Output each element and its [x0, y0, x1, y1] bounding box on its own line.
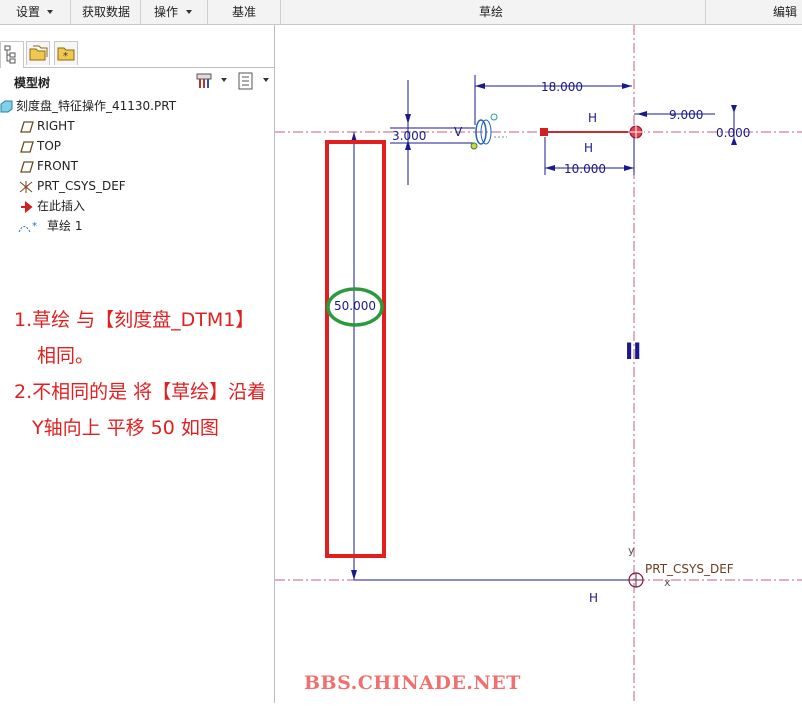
constraint-vertical: V [454, 125, 463, 139]
menu-get-data-label: 获取数据 [82, 5, 131, 19]
menu-get-data[interactable]: 获取数据 [71, 0, 141, 24]
chevron-down-icon[interactable] [221, 78, 227, 82]
tree-item-label: 在此插入 [37, 199, 86, 213]
tree-item-label: PRT_CSYS_DEF [37, 179, 126, 193]
datum-plane-icon [20, 140, 34, 153]
tree-item-sketch1[interactable]: * 草绘 1 [18, 217, 82, 235]
tree-item-label: FRONT [37, 159, 78, 173]
menu-datum[interactable]: 基准 [208, 0, 281, 24]
menu-settings-label: 设置 [16, 5, 41, 19]
dimension-10[interactable]: 10.000 [564, 162, 606, 176]
tree-item-label: 草绘 1 [47, 219, 83, 233]
tree-item-top[interactable]: TOP [20, 137, 61, 155]
model-tree-panel: * 模型树 刻度盘_特征操作_41130.PRT RIGHT TOP FRONT… [0, 25, 275, 703]
sketch-drawing: 18.000 H 9.000 0.000 3.000 V 10.000 H 50… [275, 25, 802, 703]
tree-item-label: 刻度盘_特征操作_41130.PRT [16, 99, 177, 113]
parallel-constraint-icon: II [625, 340, 641, 365]
note-line-2: 相同。 [37, 345, 95, 367]
dimension-18[interactable]: 18.000 [541, 80, 583, 94]
csys-label: PRT_CSYS_DEF [645, 562, 734, 576]
tab-folder-browser[interactable] [26, 41, 50, 65]
dimension-3[interactable]: 3.000 [392, 129, 426, 143]
tree-item-label: TOP [37, 139, 62, 153]
note-line-4: Y轴向上 平移 50 如图 [32, 417, 219, 439]
tree-item-insert-here[interactable]: 在此插入 [20, 197, 85, 215]
highlight-rectangle [325, 140, 386, 558]
dimension-0[interactable]: 0.000 [716, 126, 750, 140]
axis-x-label: x [664, 576, 671, 589]
menu-operations-label: 操作 [154, 5, 179, 19]
tree-item-part[interactable]: 刻度盘_特征操作_41130.PRT [0, 97, 176, 115]
menu-edit-label: 编辑 [773, 5, 798, 19]
datum-plane-icon [20, 120, 34, 133]
tree-header: 模型树 [0, 68, 274, 94]
constraint-horizontal-3: H [589, 591, 598, 605]
tab-model-tree[interactable] [0, 41, 24, 68]
datum-plane-icon [20, 160, 34, 173]
menu-sketch[interactable]: 草绘 [281, 0, 706, 24]
tree-item-right[interactable]: RIGHT [20, 117, 75, 135]
constraint-horizontal: H [588, 111, 597, 125]
svg-text:*: * [32, 221, 37, 232]
chevron-down-icon [186, 10, 192, 14]
chevron-down-icon [47, 10, 53, 14]
menu-datum-label: 基准 [232, 5, 257, 19]
dimension-9[interactable]: 9.000 [669, 108, 703, 122]
svg-text:*: * [63, 51, 68, 62]
model-tree-icon [4, 45, 16, 64]
tree-item-csys[interactable]: PRT_CSYS_DEF [18, 177, 126, 195]
sketch-icon: * [18, 221, 37, 232]
tree-item-front[interactable]: FRONT [20, 157, 78, 175]
chevron-down-icon[interactable] [263, 78, 269, 82]
folder-icon [29, 45, 48, 61]
menu-settings[interactable]: 设置 [0, 0, 71, 24]
tree-settings-icon[interactable] [194, 71, 216, 91]
note-line-1: 1.草绘 与【刻度盘_DTM1】 [14, 309, 255, 331]
menu-edit[interactable]: 编辑 [706, 0, 802, 24]
csys-icon [19, 180, 33, 193]
tree-item-label: RIGHT [37, 119, 75, 133]
menu-operations[interactable]: 操作 [141, 0, 208, 24]
sketch-endpoint[interactable] [540, 128, 548, 136]
ribbon-menubar: 设置 获取数据 操作 基准 草绘 编辑 [0, 0, 802, 25]
sketch-canvas[interactable]: 18.000 H 9.000 0.000 3.000 V 10.000 H 50… [275, 25, 802, 703]
axis-y-label: y [628, 544, 635, 557]
dimension-50[interactable]: 50.000 [334, 299, 376, 313]
show-columns-icon[interactable] [236, 71, 256, 91]
note-line-3: 2.不相同的是 将【草绘】沿着 [14, 381, 267, 403]
panel-title: 模型树 [14, 76, 51, 90]
favorites-folder-icon: * [57, 47, 75, 62]
tab-favorites[interactable]: * [54, 41, 78, 65]
watermark: BBS.CHINADE.NET [304, 672, 521, 694]
constraint-horizontal-2: H [584, 141, 593, 155]
menu-sketch-label: 草绘 [479, 5, 504, 19]
part-icon [0, 100, 13, 113]
insert-arrow-icon [21, 200, 33, 213]
navigator-tabs: * [0, 37, 274, 68]
